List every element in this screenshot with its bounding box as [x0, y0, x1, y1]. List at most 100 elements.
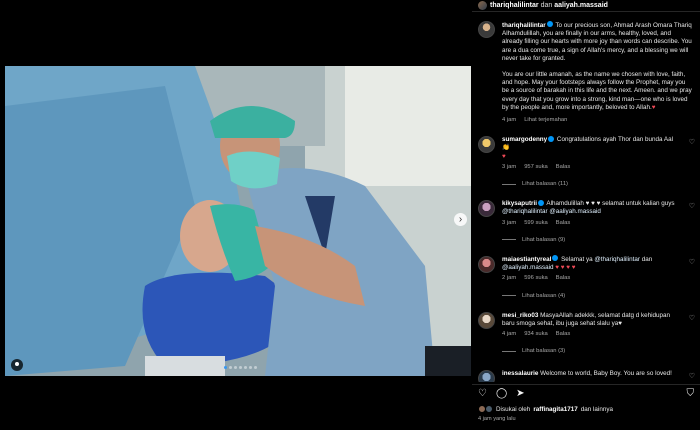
comment-username[interactable]: inessalaurie [502, 370, 538, 377]
comment-mention[interactable]: @aaliyah.massaid [549, 208, 601, 215]
comment-likes[interactable]: 957 suka [524, 163, 548, 171]
liker-username[interactable]: raffinagita1717 [533, 406, 577, 413]
comment-like-icon[interactable]: ♡ [689, 373, 695, 381]
share-icon[interactable]: ➤ [516, 389, 524, 399]
comment-meta: 2 jam 596 suka Balas [502, 274, 676, 282]
view-replies-label[interactable]: Lihat balasan (9) [522, 236, 565, 244]
comment-icon[interactable]: ◯ [496, 389, 507, 399]
comment-mention[interactable]: @aaliyah.massaid [502, 264, 554, 271]
view-replies[interactable]: Lihat balasan (4) [502, 292, 676, 300]
comment-avatar[interactable] [478, 311, 495, 329]
comment-username[interactable]: maiaestiantyreal [502, 256, 551, 263]
comment-meta: 4 jam 934 suka Balas [502, 330, 676, 338]
caption-meta: 4 jam Lihat terjemahan [502, 116, 692, 124]
comment-avatar[interactable] [478, 136, 495, 154]
post-authors: thariqhalilintar dan aaliyah.massaid [490, 2, 608, 9]
comment-like-icon[interactable]: ♡ [689, 315, 695, 323]
post-time: 4 jam yang lalu [478, 416, 516, 422]
heart-icon[interactable]: ♡ [478, 389, 487, 399]
view-replies-label[interactable]: Lihat balasan (3) [522, 347, 565, 355]
replies-line [502, 295, 516, 297]
comment-like-icon[interactable]: ♡ [689, 259, 695, 267]
carousel-dot [244, 366, 247, 369]
carousel-dot [234, 366, 237, 369]
comment-likes[interactable]: 934 suka [524, 330, 548, 338]
post-caption: thariqhalilintar To our precious son, Ah… [472, 16, 700, 124]
caption-line1: To our precious son, Ahmad Arash Omara T… [555, 22, 692, 29]
view-replies[interactable]: Lihat balasan (9) [502, 236, 676, 244]
comment-likes[interactable]: 596 suka [524, 274, 548, 282]
comment-avatar[interactable] [478, 256, 495, 274]
comment-meta: 3 jam 957 suka Balas [502, 163, 676, 171]
carousel-dot [229, 366, 232, 369]
likes-prefix: Disukai oleh [496, 405, 531, 413]
comment-time: 3 jam [502, 219, 517, 226]
likes-summary: Disukai oleh raffinagita1717 dan lainnya [478, 405, 613, 413]
authors-joiner: dan [540, 2, 553, 9]
caption-time: 4 jam [502, 117, 517, 124]
liker-avatar[interactable] [485, 405, 493, 413]
carousel-dot [249, 366, 252, 369]
comment-item: maiaestiantyreal Selamat ya @thariqhalil… [472, 255, 700, 300]
comment-item: kikysaputrii Alhamdulillah ♥ ♥ ♥ selamat… [472, 199, 700, 244]
caption-avatar[interactable] [478, 21, 495, 38]
comment-text: Welcome to world, Baby Boy. You are so l… [540, 369, 672, 377]
photo-illustration [5, 66, 471, 376]
caption-username[interactable]: thariqhalilintar [502, 22, 546, 29]
comment-meta: 3 jam 599 suka Balas [502, 219, 676, 227]
heart-emoji: ♥ ♥ ♥ ♥ [555, 264, 576, 272]
bookmark-icon[interactable]: ⛉ [687, 389, 695, 399]
reply-link[interactable]: Balas [556, 219, 571, 227]
comment-mention[interactable]: @thariqhalilintar [502, 208, 548, 215]
heart-emoji: ♥ [651, 103, 656, 111]
replies-line [502, 351, 516, 353]
coauthor-username[interactable]: aaliyah.massaid [554, 2, 608, 9]
carousel-dot [254, 366, 257, 369]
comment-username[interactable]: mesi_riko03 [502, 312, 538, 319]
reply-link[interactable]: Balas [556, 274, 571, 282]
carousel-dots [224, 366, 257, 369]
likes-suffix[interactable]: dan lainnya [581, 406, 613, 413]
reply-link[interactable]: Balas [556, 163, 571, 171]
comments-panel: thariqhalilintar dan aaliyah.massaid tha… [472, 0, 700, 430]
comment-like-icon[interactable]: ♡ [689, 139, 695, 147]
view-replies-label[interactable]: Lihat balasan (4) [522, 292, 565, 300]
comments-scroll[interactable]: thariqhalilintar To our precious son, Ah… [472, 16, 700, 382]
caption-para2: You are our little amanah, as the name w… [502, 71, 692, 111]
comment-avatar[interactable] [478, 369, 495, 382]
verified-icon [548, 135, 555, 142]
carousel-dot [239, 366, 242, 369]
view-replies-label[interactable]: Lihat balasan (11) [522, 180, 568, 188]
comment-username[interactable]: sumargodenny [502, 136, 547, 143]
view-replies[interactable]: Lihat balasan (11) [502, 180, 676, 188]
comment-time: 4 jam [502, 331, 517, 338]
comment-time: 2 jam [502, 275, 517, 282]
post-photo[interactable] [5, 66, 471, 376]
replies-line [502, 183, 516, 185]
next-slide-button[interactable]: › [454, 213, 467, 226]
comment-mention[interactable]: @thariqhalilintar [594, 256, 640, 263]
comment-item: inessalaurie Welcome to world, Baby Boy.… [472, 369, 700, 382]
replies-line [502, 239, 516, 241]
reply-link[interactable]: Balas [556, 330, 571, 338]
comment-item: sumargodenny Congratulations ayah Thor d… [472, 135, 700, 188]
post-actions: ♡ ◯ ➤ ⛉ [472, 384, 700, 400]
caption-para1: Alhamdulillah, you are finally in our ar… [502, 30, 692, 62]
verified-icon [546, 21, 553, 28]
comment-likes[interactable]: 599 suka [524, 219, 548, 227]
comment-text: Alhamdulillah ♥ ♥ ♥ selamat untuk kalian… [546, 200, 675, 208]
comment-username[interactable]: kikysaputrii [502, 200, 537, 207]
author-avatar[interactable] [478, 1, 487, 10]
person-tag-icon[interactable] [11, 359, 23, 371]
heart-emoji: ♥ [502, 152, 506, 160]
comment-avatar[interactable] [478, 200, 495, 218]
media-pane: › [0, 0, 472, 430]
view-replies[interactable]: Lihat balasan (3) [502, 347, 676, 355]
author-username[interactable]: thariqhalilintar [490, 2, 539, 9]
comment-joiner: dan [641, 256, 653, 264]
post-header: thariqhalilintar dan aaliyah.massaid [472, 0, 700, 12]
comment-item: mesi_riko03 MasyaAllah adekkk, selamat d… [472, 311, 700, 356]
translate-link[interactable]: Lihat terjemahan [524, 116, 567, 124]
comment-like-icon[interactable]: ♡ [689, 203, 695, 211]
comment-text: Selamat ya [561, 256, 593, 264]
